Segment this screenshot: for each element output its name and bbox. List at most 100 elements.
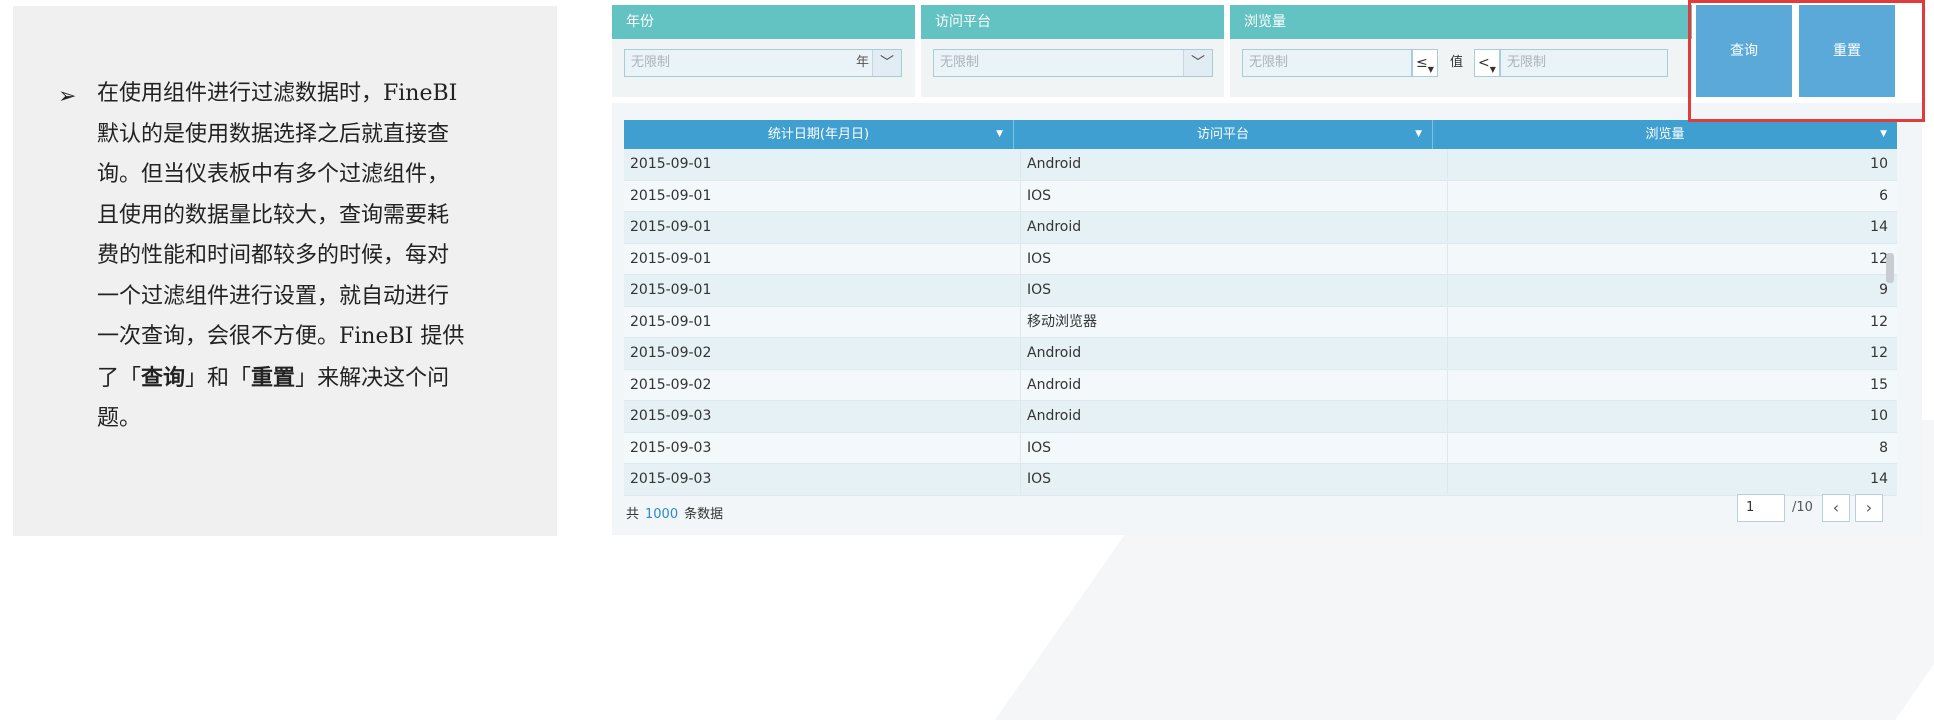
table-row[interactable]: 2015-09-02 Android 15 (624, 369, 1897, 401)
text-fragment: 」和「 (185, 365, 252, 391)
table-row[interactable]: 2015-09-03 IOS 8 (624, 432, 1897, 464)
cell-views: 9 (1447, 275, 1888, 305)
column-header-label: 访问平台 (1196, 127, 1249, 142)
highlight-box (1688, 0, 1925, 122)
cell-platform: Android (1020, 338, 1081, 368)
explanation-line: 题。 (97, 406, 142, 431)
value-label: 值 (1450, 55, 1464, 70)
cell-views: 15 (1447, 369, 1888, 400)
cell-views: 10 (1447, 149, 1888, 179)
cell-date: 2015-09-03 (630, 471, 712, 487)
platform-placeholder: 无限制 (940, 55, 980, 70)
reset-keyword: 重置 (251, 364, 296, 391)
views-max-placeholder: 无限制 (1507, 55, 1547, 70)
bullet-icon: ➢ (58, 84, 77, 109)
cell-views: 14 (1447, 212, 1888, 242)
cell-platform: Android (1020, 212, 1081, 242)
platform-combo[interactable]: 无限制 ﹀ (933, 49, 1213, 77)
total-count-label: 共 1000 条数据 (626, 503, 723, 522)
operator-symbol: < (1478, 55, 1490, 71)
explanation-panel: ➢ 在使用组件进行过滤数据时，FineBI 默认的是使用数据选择之后就直接查 询… (13, 6, 557, 536)
cell-date: 2015-09-03 (630, 439, 712, 456)
column-header-views[interactable]: 浏览量 ▼ (1433, 120, 1897, 149)
table-row[interactable]: 2015-09-01 Android 10 (624, 149, 1897, 181)
explanation-line: 一个过滤组件进行设置，就自动进行 (97, 283, 450, 309)
dropdown-caret-icon: ▼ (1427, 65, 1434, 74)
sort-caret-icon[interactable]: ▼ (1880, 120, 1887, 149)
cell-views: 8 (1447, 432, 1888, 463)
explanation-line: 询。但当仪表板中有多个过滤组件， (97, 162, 450, 187)
explanation-line: 了「查询」和「重置」来解决这个问 (97, 358, 517, 400)
views-min-placeholder: 无限制 (1249, 55, 1289, 70)
total-pages-label: /10 (1792, 500, 1813, 515)
cell-date: 2015-09-01 (630, 282, 712, 298)
table-row[interactable]: 2015-09-01 IOS 12 (624, 243, 1897, 275)
table-row[interactable]: 2015-09-03 Android 10 (624, 401, 1897, 433)
vertical-scrollbar[interactable] (1886, 253, 1894, 283)
dropdown-caret-icon: ▼ (1489, 65, 1496, 74)
cell-views: 12 (1447, 306, 1888, 337)
total-prefix: 共 (626, 507, 640, 522)
cell-date: 2015-09-01 (630, 250, 712, 267)
column-header-date[interactable]: 统计日期(年月日) ▼ (624, 120, 1014, 149)
cell-platform: IOS (1020, 432, 1051, 463)
views-max-input[interactable]: 无限制 (1500, 49, 1668, 77)
column-header-label: 浏览量 (1645, 127, 1685, 142)
cell-date: 2015-09-01 (630, 313, 712, 330)
cell-views: 12 (1447, 243, 1888, 274)
year-filter-title: 年份 (612, 5, 915, 39)
table-row[interactable]: 2015-09-02 Android 12 (624, 338, 1897, 370)
cell-platform: 移动浏览器 (1020, 306, 1097, 337)
cell-date: 2015-09-02 (630, 345, 712, 361)
chevron-down-icon[interactable]: ﹀ (872, 50, 901, 76)
cell-platform: Android (1020, 369, 1081, 400)
cell-platform: IOS (1020, 464, 1051, 494)
year-combo[interactable]: 无限制 年 ﹀ (624, 49, 902, 77)
cell-views: 10 (1447, 401, 1888, 431)
cell-date: 2015-09-03 (630, 408, 712, 424)
sort-caret-icon[interactable]: ▼ (996, 120, 1003, 149)
table-row[interactable]: 2015-09-03 IOS 14 (624, 464, 1897, 496)
chevron-down-icon[interactable]: ﹀ (1183, 50, 1212, 76)
text-fragment: 」来解决这个问 (295, 365, 450, 391)
table-row[interactable]: 2015-09-01 Android 14 (624, 212, 1897, 244)
table-row[interactable]: 2015-09-01 IOS 6 (624, 180, 1897, 212)
cell-platform: IOS (1020, 180, 1051, 211)
cell-platform: IOS (1020, 243, 1051, 274)
platform-filter: 访问平台 无限制 ﹀ (921, 5, 1224, 97)
explanation-line: 且使用的数据量比较大，查询需要耗 (97, 202, 450, 228)
query-keyword: 查询 (141, 364, 186, 391)
prev-page-icon[interactable]: ‹ (1822, 494, 1850, 522)
less-than-operator-button[interactable]: <▼ (1474, 49, 1500, 77)
cell-platform: Android (1020, 149, 1081, 179)
cell-date: 2015-09-01 (630, 187, 712, 204)
column-header-platform[interactable]: 访问平台 ▼ (1014, 120, 1433, 149)
platform-filter-title: 访问平台 (921, 5, 1224, 39)
cell-platform: Android (1020, 401, 1081, 431)
cell-date: 2015-09-01 (630, 156, 712, 172)
cell-views: 6 (1447, 180, 1888, 211)
next-page-icon[interactable]: › (1855, 494, 1883, 522)
cell-views: 14 (1447, 464, 1888, 494)
explanation-line: 默认的是使用数据选择之后就直接查 (97, 121, 450, 147)
total-count: 1000 (645, 507, 679, 522)
sort-caret-icon[interactable]: ▼ (1415, 120, 1422, 149)
column-header-label: 统计日期(年月日) (767, 127, 870, 142)
data-table: 统计日期(年月日) ▼ 访问平台 ▼ 浏览量 ▼ 2015-09-01 Android 1… (612, 103, 1922, 535)
views-filter-title: 浏览量 (1230, 5, 1692, 39)
explanation-line: 一次查询，会很不方便。FineBI 提供 (97, 324, 465, 349)
views-min-input[interactable]: 无限制 (1242, 49, 1412, 77)
explanation-line: 在使用组件进行过滤数据时，FineBI (97, 81, 458, 106)
year-unit-label: 年 (855, 55, 869, 70)
cell-date: 2015-09-02 (630, 376, 712, 393)
text-fragment: 了「 (97, 365, 142, 391)
explanation-line: 费的性能和时间都较多的时候，每对 (97, 243, 450, 268)
table-row[interactable]: 2015-09-01 移动浏览器 12 (624, 306, 1897, 338)
total-suffix: 条数据 (684, 507, 724, 522)
table-row[interactable]: 2015-09-01 IOS 9 (624, 275, 1897, 307)
less-equal-operator-button[interactable]: ≤▼ (1412, 49, 1438, 77)
year-filter: 年份 无限制 年 ﹀ (612, 5, 915, 97)
cell-date: 2015-09-01 (630, 219, 712, 235)
page-number-input[interactable]: 1 (1737, 494, 1785, 522)
table-body: 2015-09-01 Android 10 2015-09-01 IOS 6 2015-09… (624, 149, 1897, 496)
